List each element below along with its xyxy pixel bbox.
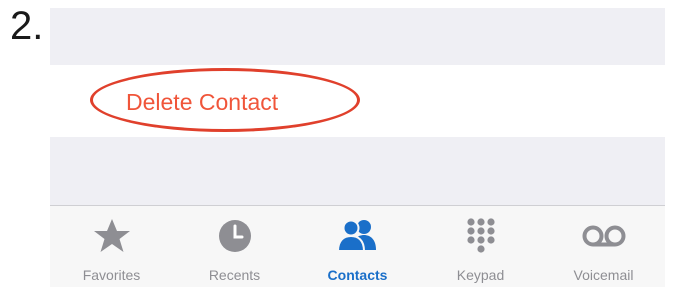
tab-voicemail[interactable]: Voicemail: [542, 206, 665, 287]
keypad-icon: [419, 216, 542, 256]
tab-keypad[interactable]: Keypad: [419, 206, 542, 287]
section-spacer-bottom: [50, 137, 665, 205]
tab-label-recents: Recents: [208, 267, 261, 283]
tab-favorites[interactable]: Favorites: [50, 206, 173, 287]
tab-contacts[interactable]: Contacts: [296, 206, 419, 287]
section-spacer-top: [50, 8, 665, 65]
tab-label-favorites: Favorites: [82, 267, 141, 283]
clock-icon: [173, 216, 296, 256]
phone-screen: Delete Contact Favorites Recents Contact…: [50, 8, 665, 287]
star-icon: [50, 216, 173, 256]
tab-label-keypad: Keypad: [456, 267, 505, 283]
tab-label-voicemail: Voicemail: [573, 267, 634, 283]
delete-contact-row[interactable]: Delete Contact: [50, 65, 665, 137]
tab-bar: Favorites Recents Contacts Keypad Voicem…: [50, 205, 665, 287]
highlight-ellipse: [90, 68, 360, 132]
contacts-icon: [296, 216, 419, 256]
step-number: 2.: [10, 4, 44, 48]
voicemail-icon: [542, 216, 665, 256]
tab-recents[interactable]: Recents: [173, 206, 296, 287]
tab-label-contacts: Contacts: [327, 267, 388, 283]
